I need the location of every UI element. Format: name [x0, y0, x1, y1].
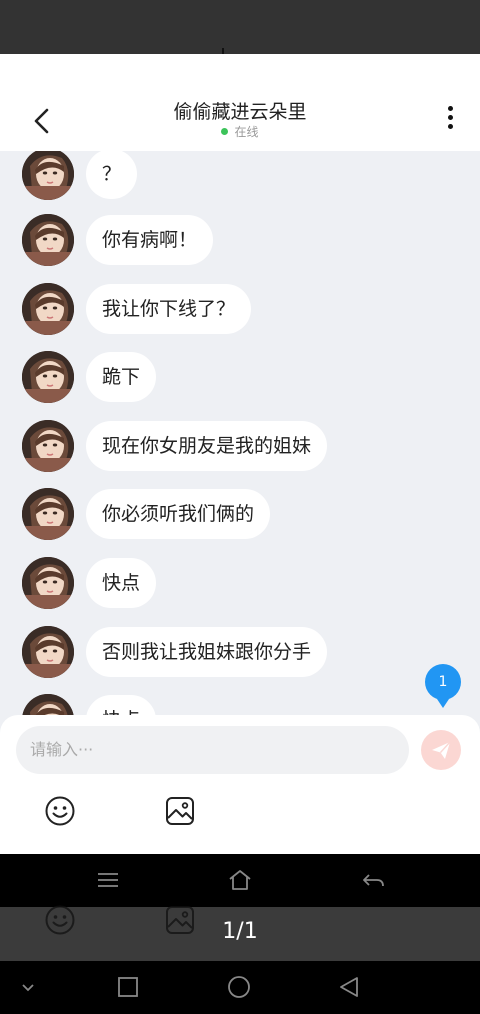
- status-bar: [0, 0, 480, 54]
- message-bubble[interactable]: 你必须听我们俩的: [86, 489, 271, 539]
- message-bubble[interactable]: 快点: [86, 695, 157, 715]
- message-list[interactable]: ？ 你有病啊！ 我让你下线了？ 跪下 现在你女朋友是我的姐妹 你必须听我们俩的 …: [0, 151, 480, 715]
- avatar-image: [22, 283, 74, 335]
- unread-badge[interactable]: 1: [425, 664, 461, 708]
- avatar-image: [22, 214, 74, 266]
- avatar-image: [22, 557, 74, 609]
- avatar[interactable]: [22, 694, 74, 715]
- message-bubble[interactable]: 现在你女朋友是我的姐妹: [86, 421, 328, 471]
- back-triangle-icon[interactable]: [337, 975, 361, 999]
- avatar[interactable]: [22, 351, 74, 403]
- avatar-image: [22, 420, 74, 472]
- send-button[interactable]: [421, 730, 461, 770]
- composer: 请输入···: [0, 715, 480, 854]
- message-bubble[interactable]: 跪下: [86, 352, 157, 402]
- page-indicator: 1/1: [222, 919, 258, 944]
- chevron-down-icon[interactable]: [18, 975, 38, 999]
- recents-icon[interactable]: [117, 975, 139, 999]
- message-input[interactable]: 请输入···: [16, 726, 409, 774]
- avatar-image: [22, 488, 74, 540]
- avatar-image: [22, 151, 74, 200]
- avatar[interactable]: [22, 488, 74, 540]
- avatar[interactable]: [22, 626, 74, 678]
- avatar[interactable]: [22, 283, 74, 335]
- system-nav-bar: [0, 961, 480, 1014]
- image-icon[interactable]: [164, 795, 196, 827]
- avatar-image: [22, 694, 74, 715]
- message-bubble[interactable]: ？: [86, 151, 138, 199]
- avatar-image: [22, 351, 74, 403]
- home-icon[interactable]: [228, 868, 252, 892]
- menu-icon[interactable]: [96, 868, 120, 892]
- online-status: 在线: [0, 123, 480, 140]
- home-circle-icon[interactable]: [227, 975, 251, 999]
- back-arrow-icon[interactable]: [361, 868, 385, 892]
- message-bubble[interactable]: 否则我让我姐妹跟你分手: [86, 627, 328, 677]
- avatar[interactable]: [22, 151, 74, 200]
- message-bubble[interactable]: 快点: [86, 558, 157, 608]
- message-bubble[interactable]: 你有病啊！: [86, 215, 214, 265]
- send-icon: [432, 741, 451, 759]
- avatar[interactable]: [22, 557, 74, 609]
- chat-title: 偷偷藏进云朵里: [173, 101, 307, 123]
- avatar[interactable]: [22, 420, 74, 472]
- avatar[interactable]: [22, 214, 74, 266]
- emoji-icon[interactable]: [44, 795, 76, 827]
- app-nav-bar: [0, 854, 480, 907]
- chat-screen: 偷偷藏进云朵里 在线 ？ 你有病啊！ 我让你下线了？ 跪下 现在你女朋友是我的姐…: [0, 54, 480, 854]
- online-dot: [221, 128, 229, 135]
- avatar-image: [22, 626, 74, 678]
- more-vertical-icon[interactable]: [440, 106, 460, 134]
- online-status-label: 在线: [234, 125, 259, 139]
- image-viewer-bar: 1/1: [0, 905, 480, 961]
- message-bubble[interactable]: 我让你下线了？: [86, 284, 252, 334]
- chat-header: 偷偷藏进云朵里 在线: [0, 54, 480, 151]
